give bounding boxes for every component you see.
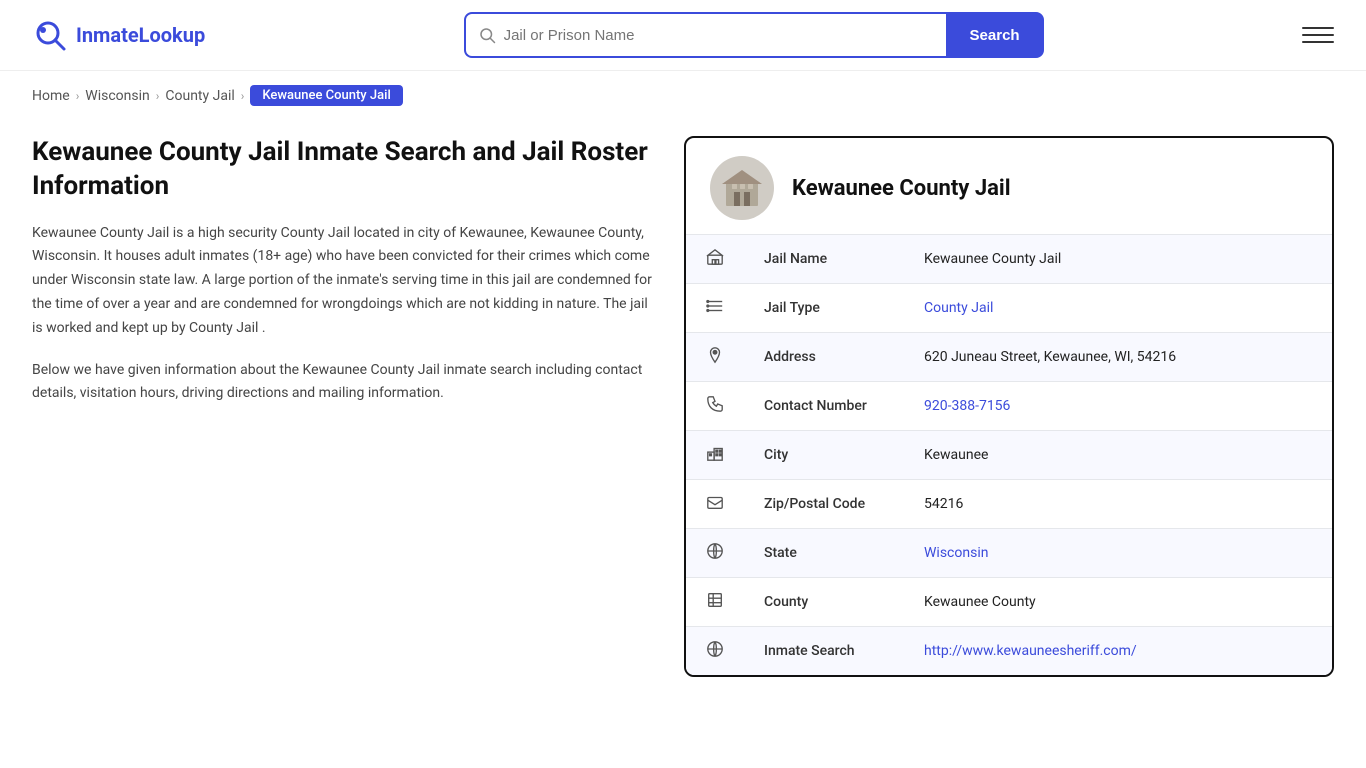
table-row: Contact Number920-388-7156 bbox=[686, 382, 1332, 431]
field-label: Zip/Postal Code bbox=[744, 480, 904, 529]
breadcrumb-sep-1: › bbox=[76, 89, 80, 103]
left-column: Kewaunee County Jail Inmate Search and J… bbox=[32, 136, 652, 406]
globe-icon bbox=[686, 529, 744, 578]
jail-card: Kewaunee County Jail Jail NameKewaunee C… bbox=[684, 136, 1334, 677]
pin-icon bbox=[686, 333, 744, 382]
field-value[interactable]: 920-388-7156 bbox=[904, 382, 1332, 431]
breadcrumb-sep-3: › bbox=[241, 89, 245, 103]
menu-button[interactable] bbox=[1302, 19, 1334, 51]
page-title: Kewaunee County Jail Inmate Search and J… bbox=[32, 136, 652, 204]
breadcrumb-type[interactable]: County Jail bbox=[165, 88, 234, 104]
search-bar: Search bbox=[464, 12, 1044, 58]
field-label: Jail Type bbox=[744, 284, 904, 333]
table-row: Address620 Juneau Street, Kewaunee, WI, … bbox=[686, 333, 1332, 382]
main-content: Kewaunee County Jail Inmate Search and J… bbox=[0, 116, 1366, 717]
breadcrumb-sep-2: › bbox=[156, 89, 160, 103]
field-value: 620 Juneau Street, Kewaunee, WI, 54216 bbox=[904, 333, 1332, 382]
table-row: Inmate Searchhttp://www.kewauneesheriff.… bbox=[686, 627, 1332, 676]
hamburger-line-3 bbox=[1302, 41, 1334, 43]
hamburger-line-1 bbox=[1302, 27, 1334, 29]
search-icon bbox=[478, 26, 496, 44]
breadcrumb-current: Kewaunee County Jail bbox=[250, 85, 402, 106]
avatar bbox=[710, 156, 774, 220]
breadcrumb-home[interactable]: Home bbox=[32, 88, 70, 104]
field-value: Kewaunee County Jail bbox=[904, 235, 1332, 284]
field-value[interactable]: County Jail bbox=[904, 284, 1332, 333]
search-input[interactable] bbox=[504, 27, 934, 44]
page-description-2: Below we have given information about th… bbox=[32, 359, 652, 407]
search-globe-icon bbox=[686, 627, 744, 676]
table-row: Jail NameKewaunee County Jail bbox=[686, 235, 1332, 284]
jail-card-header: Kewaunee County Jail bbox=[686, 138, 1332, 235]
field-label: State bbox=[744, 529, 904, 578]
table-row: Jail TypeCounty Jail bbox=[686, 284, 1332, 333]
field-label: Address bbox=[744, 333, 904, 382]
phone-icon bbox=[686, 382, 744, 431]
zip-icon bbox=[686, 480, 744, 529]
search-input-wrapper bbox=[464, 12, 946, 58]
field-label: County bbox=[744, 578, 904, 627]
breadcrumb: Home › Wisconsin › County Jail › Kewaune… bbox=[0, 71, 1366, 116]
field-label: Jail Name bbox=[744, 235, 904, 284]
logo[interactable]: InmateLookup bbox=[32, 17, 205, 53]
breadcrumb-state[interactable]: Wisconsin bbox=[85, 88, 149, 104]
field-label: Contact Number bbox=[744, 382, 904, 431]
table-row: Zip/Postal Code54216 bbox=[686, 480, 1332, 529]
hamburger-line-2 bbox=[1302, 34, 1334, 36]
field-value[interactable]: Wisconsin bbox=[904, 529, 1332, 578]
logo-text: InmateLookup bbox=[76, 23, 205, 47]
county-icon bbox=[686, 578, 744, 627]
table-row: CountyKewaunee County bbox=[686, 578, 1332, 627]
field-label: City bbox=[744, 431, 904, 480]
search-button[interactable]: Search bbox=[946, 12, 1044, 58]
site-header: InmateLookup Search bbox=[0, 0, 1366, 71]
list-icon bbox=[686, 284, 744, 333]
field-value[interactable]: http://www.kewauneesheriff.com/ bbox=[904, 627, 1332, 676]
table-row: StateWisconsin bbox=[686, 529, 1332, 578]
field-value: Kewaunee County bbox=[904, 578, 1332, 627]
jail-icon bbox=[686, 235, 744, 284]
city-icon bbox=[686, 431, 744, 480]
right-column: Kewaunee County Jail Jail NameKewaunee C… bbox=[684, 136, 1334, 677]
page-description-1: Kewaunee County Jail is a high security … bbox=[32, 222, 652, 341]
info-table: Jail NameKewaunee County JailJail TypeCo… bbox=[686, 235, 1332, 675]
field-value: 54216 bbox=[904, 480, 1332, 529]
logo-icon bbox=[32, 17, 68, 53]
jail-card-title: Kewaunee County Jail bbox=[792, 176, 1011, 201]
building-icon bbox=[718, 164, 766, 212]
table-row: CityKewaunee bbox=[686, 431, 1332, 480]
field-label: Inmate Search bbox=[744, 627, 904, 676]
field-value: Kewaunee bbox=[904, 431, 1332, 480]
